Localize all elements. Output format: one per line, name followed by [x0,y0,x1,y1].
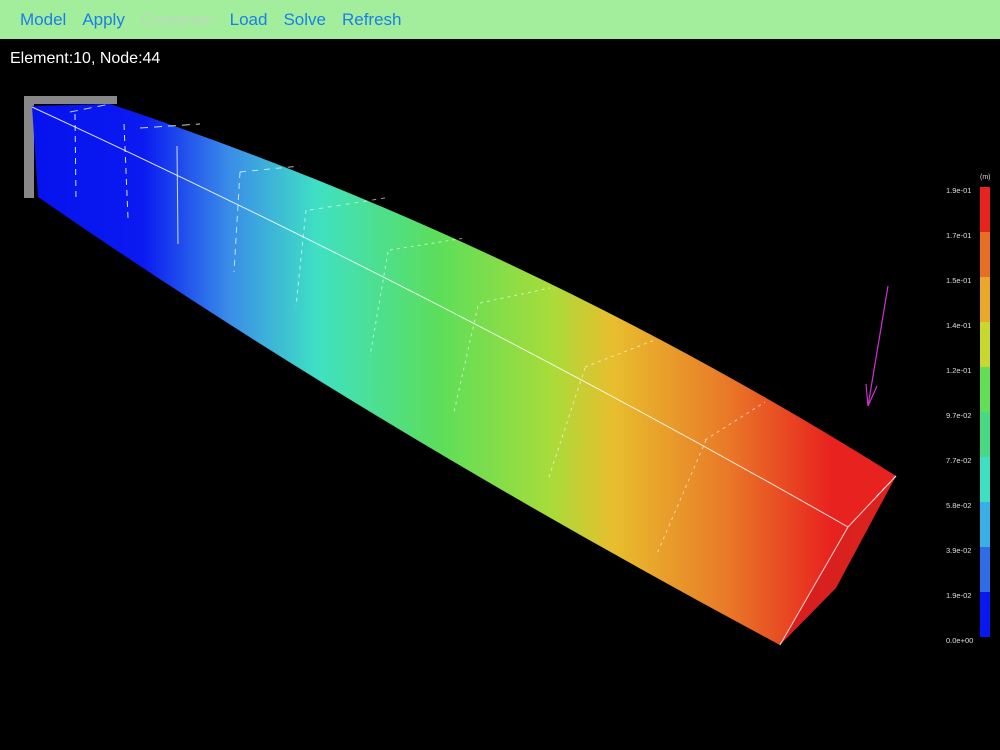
legend-segment [980,547,990,592]
legend-tick-label: 1.5e-01 [946,276,972,285]
legend-tick-label: 1.9e-02 [946,591,972,600]
solve-button[interactable]: Solve [283,10,326,30]
color-legend [980,187,990,637]
apply-button[interactable]: Apply [82,10,125,30]
legend-tick-label: 9.7e-02 [946,411,972,420]
legend-segment [980,412,990,457]
legend-tick-label: 1.2e-01 [946,366,972,375]
legend-tick-label: 1.7e-01 [946,231,972,240]
legend-unit: (m) [980,174,991,181]
fem-viewport[interactable] [0,39,1000,750]
legend-segment [980,367,990,412]
legend-segment [980,322,990,367]
legend-segment [980,502,990,547]
legend-segment [980,277,990,322]
load-button[interactable]: Load [230,10,268,30]
legend-segment [980,457,990,502]
legend-tick-label: 3.9e-02 [946,546,972,555]
load-arrow[interactable] [865,285,889,407]
legend-segment [980,592,990,637]
legend-tick-label: 1.9e-01 [946,186,972,195]
model-button[interactable]: Model [20,10,66,30]
toolbar: Model Apply Constrain Load Solve Refresh [0,0,1000,39]
legend-segment [980,187,990,232]
legend-tick-label: 0.0e+00 [946,636,974,645]
refresh-button[interactable]: Refresh [342,10,402,30]
legend-segment [980,232,990,277]
legend-tick-label: 7.7e-02 [946,456,972,465]
deformed-beam[interactable] [32,104,896,645]
legend-tick-label: 5.8e-02 [946,501,972,510]
constrain-button: Constrain [140,9,214,29]
legend-tick-label: 1.4e-01 [946,321,972,330]
